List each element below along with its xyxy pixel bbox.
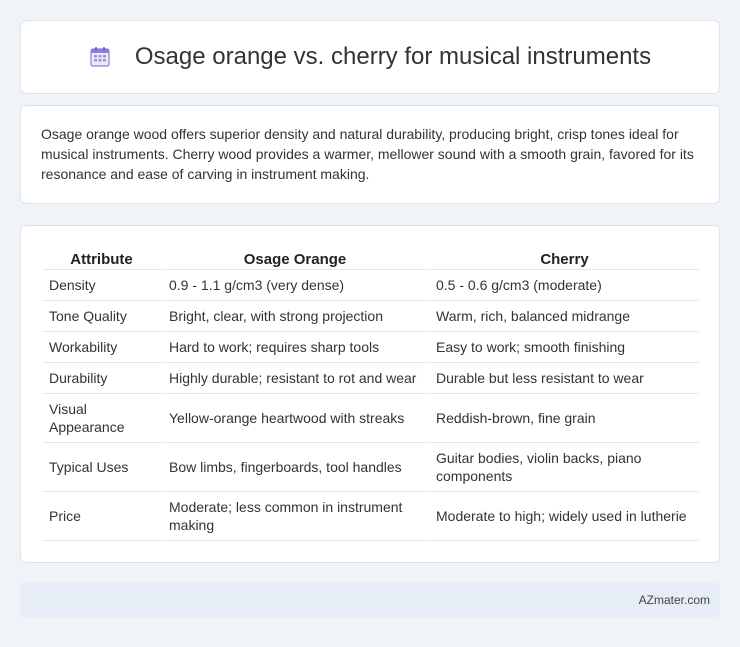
table-cell: Tone Quality (43, 301, 163, 332)
table-cell: Price (43, 492, 163, 541)
table-cell: Bright, clear, with strong projection (163, 301, 430, 332)
table-cell: Reddish-brown, fine grain (430, 394, 699, 443)
column-header-osage-orange: Osage Orange (163, 246, 430, 270)
intro-text: Osage orange wood offers superior densit… (41, 126, 694, 182)
table-cell: Moderate; less common in instrument maki… (163, 492, 430, 541)
table-cell: Highly durable; resistant to rot and wea… (163, 363, 430, 394)
table-cell: Easy to work; smooth finishing (430, 332, 699, 363)
table-row: Durability Highly durable; resistant to … (43, 363, 699, 394)
footer-site-name[interactable]: AZmater.com (639, 593, 710, 607)
table-cell: Warm, rich, balanced midrange (430, 301, 699, 332)
table-cell: Workability (43, 332, 163, 363)
column-header-cherry: Cherry (430, 246, 699, 270)
page-title: Osage orange vs. cherry for musical inst… (134, 43, 652, 70)
table-cell: Durability (43, 363, 163, 394)
table-cell: 0.9 - 1.1 g/cm3 (very dense) (163, 270, 430, 301)
title-card: Osage orange vs. cherry for musical inst… (20, 20, 720, 94)
table-row: Visual Appearance Yellow-orange heartwoo… (43, 394, 699, 443)
footer: AZmater.com (20, 583, 720, 617)
intro-card: Osage orange wood offers superior densit… (20, 105, 720, 204)
table-cell: Density (43, 270, 163, 301)
table-cell: Guitar bodies, violin backs, piano compo… (430, 443, 699, 492)
comparison-table: Attribute Osage Orange Cherry Density 0.… (43, 246, 699, 541)
table-row: Density 0.9 - 1.1 g/cm3 (very dense) 0.5… (43, 270, 699, 301)
table-row: Typical Uses Bow limbs, fingerboards, to… (43, 443, 699, 492)
table-cell: Visual Appearance (43, 394, 163, 443)
table-row: Workability Hard to work; requires sharp… (43, 332, 699, 363)
table-cell: Moderate to high; widely used in lutheri… (430, 492, 699, 541)
table-cell: Yellow-orange heartwood with streaks (163, 394, 430, 443)
table-header-row: Attribute Osage Orange Cherry (43, 246, 699, 270)
table-cell: Typical Uses (43, 443, 163, 492)
table-cell: Bow limbs, fingerboards, tool handles (163, 443, 430, 492)
table-cell: 0.5 - 0.6 g/cm3 (moderate) (430, 270, 699, 301)
table-cell: Durable but less resistant to wear (430, 363, 699, 394)
calendar-icon (89, 46, 111, 68)
table-cell: Hard to work; requires sharp tools (163, 332, 430, 363)
column-header-attribute: Attribute (43, 246, 163, 270)
table-row: Price Moderate; less common in instrumen… (43, 492, 699, 541)
comparison-table-card: Attribute Osage Orange Cherry Density 0.… (20, 225, 720, 563)
table-row: Tone Quality Bright, clear, with strong … (43, 301, 699, 332)
